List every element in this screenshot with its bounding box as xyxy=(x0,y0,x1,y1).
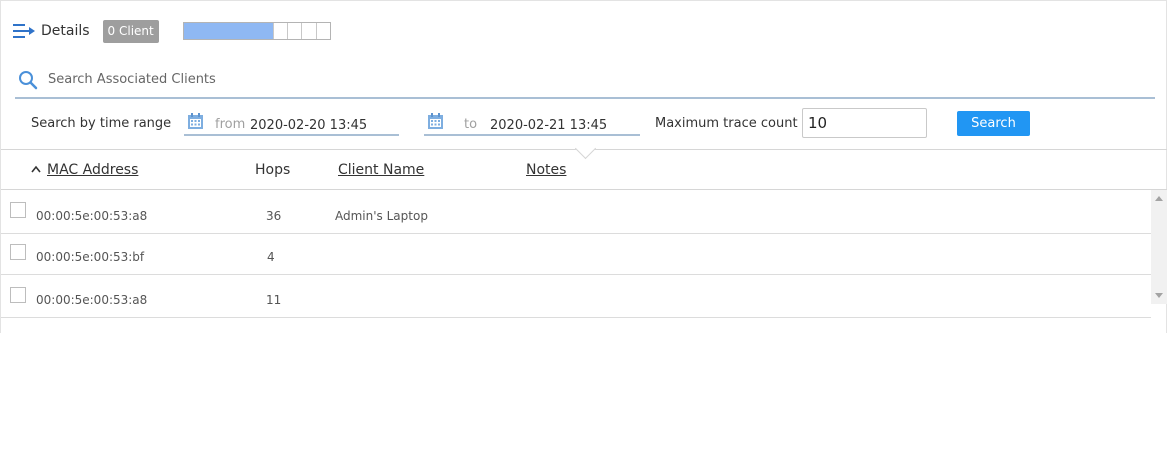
to-date-value[interactable]: 2020-02-21 13:45 xyxy=(490,118,607,133)
cell-mac: 00:00:5e:00:53:a8 xyxy=(36,293,148,307)
scroll-down-icon[interactable] xyxy=(1155,293,1163,298)
details-title: Details xyxy=(41,23,90,39)
search-input[interactable] xyxy=(46,71,650,88)
max-trace-label: Maximum trace count xyxy=(655,116,798,131)
column-header-mac[interactable]: MAC Address xyxy=(47,162,138,178)
search-bar xyxy=(15,62,1155,99)
row-checkbox[interactable] xyxy=(10,244,26,260)
cell-mac: 00:00:5e:00:53:bf xyxy=(36,250,145,264)
row-checkbox[interactable] xyxy=(10,202,26,218)
cell-hops: 4 xyxy=(267,250,275,264)
cell-client-name: Admin's Laptop xyxy=(335,209,428,223)
details-panel: Details 0 Client Search by time range xyxy=(0,0,1167,333)
notch-pointer xyxy=(574,137,597,160)
table-row[interactable]: 00:00:5e:00:53:bf 4 xyxy=(1,234,1151,275)
calendar-icon[interactable] xyxy=(188,113,203,129)
table-row[interactable]: 00:00:5e:00:53:a8 36 Admin's Laptop xyxy=(1,190,1151,234)
progress-fill xyxy=(183,23,273,39)
cell-hops: 36 xyxy=(266,209,282,223)
to-date-field[interactable]: to 2020-02-21 13:45 xyxy=(424,110,640,136)
cell-hops: 11 xyxy=(266,293,282,307)
search-button[interactable]: Search xyxy=(957,111,1030,136)
progress-bar xyxy=(182,22,331,40)
table-body: 00:00:5e:00:53:a8 36 Admin's Laptop 00:0… xyxy=(1,190,1167,318)
client-count-badge: 0 Client xyxy=(102,19,159,43)
column-header-client-name[interactable]: Client Name xyxy=(338,162,424,178)
list-arrow-icon xyxy=(13,24,35,38)
time-range-label: Search by time range xyxy=(31,116,172,131)
from-date-field[interactable]: from 2020-02-20 13:45 xyxy=(184,110,399,136)
progress-segment xyxy=(301,23,315,39)
row-checkbox[interactable] xyxy=(10,287,26,303)
progress-segment xyxy=(287,23,301,39)
table-row[interactable]: 00:00:5e:00:53:a8 11 xyxy=(1,275,1151,318)
calendar-icon[interactable] xyxy=(428,113,443,129)
vertical-scrollbar[interactable] xyxy=(1151,190,1167,304)
search-icon[interactable] xyxy=(18,70,38,90)
cell-mac: 00:00:5e:00:53:a8 xyxy=(36,209,148,223)
column-header-notes[interactable]: Notes xyxy=(526,162,566,178)
details-header: Details 0 Client xyxy=(13,18,331,44)
sort-ascending-icon[interactable] xyxy=(31,165,41,173)
table-header: MAC Address Hops Client Name Notes xyxy=(1,137,1167,190)
progress-segment xyxy=(315,23,330,39)
from-prefix: from xyxy=(215,117,246,132)
time-range-row: Search by time range from 2020-02-20 13:… xyxy=(31,108,1151,138)
max-trace-input[interactable] xyxy=(802,108,927,138)
scroll-up-icon[interactable] xyxy=(1155,196,1163,201)
to-prefix: to xyxy=(464,117,478,132)
column-header-hops: Hops xyxy=(255,162,291,178)
from-date-value[interactable]: 2020-02-20 13:45 xyxy=(250,118,367,133)
progress-segment xyxy=(272,23,287,39)
